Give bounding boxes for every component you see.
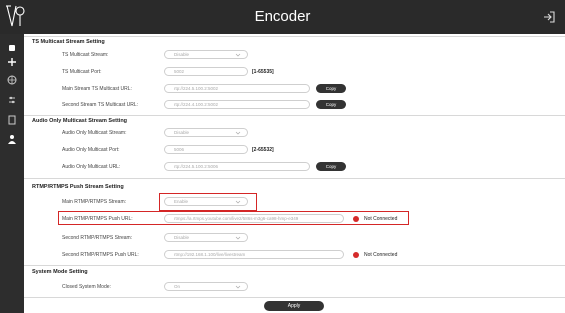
ts-main-url-input[interactable]: rtp://224.5.100.2:5002 [164, 84, 310, 93]
document-icon[interactable] [6, 114, 18, 126]
settings-content: TS Multicast Stream Setting TS Multicast… [24, 34, 565, 313]
network-icon[interactable] [6, 74, 18, 86]
ts-port-input[interactable]: 5002 [164, 67, 248, 76]
audio-stream-select[interactable]: Disable [164, 128, 248, 137]
highlight-box [159, 193, 257, 211]
chevron-down-icon [235, 53, 241, 57]
section-divider [24, 36, 565, 37]
ts-stream-value: Disable [174, 52, 190, 57]
settings-icon[interactable] [6, 94, 18, 106]
audio-port-range: [2-65532] [252, 147, 274, 153]
ts-main-url-label: Main Stream TS Multicast URL: [62, 86, 132, 92]
section-divider [24, 115, 565, 116]
section-divider [24, 265, 565, 266]
top-bar: Encoder [0, 0, 565, 34]
ts-second-url-input[interactable]: rtp://224.4.100.2:5002 [164, 100, 310, 109]
home-icon[interactable] [6, 42, 18, 54]
audio-url-input[interactable]: rtp://224.5.100.2:5006 [164, 162, 310, 171]
page-title: Encoder [254, 8, 311, 25]
audio-stream-label: Audio Only Multicast Stream: [62, 130, 127, 136]
highlight-box [58, 211, 409, 225]
rtmp-second-stream-label: Second RTMP/RTMPS Stream: [62, 235, 133, 241]
closed-system-label: Closed System Mode: [62, 284, 111, 290]
audio-copy-button[interactable]: Copy [316, 162, 346, 171]
logout-icon[interactable] [541, 9, 557, 25]
audio-port-input[interactable]: 5006 [164, 145, 248, 154]
system-section-title: System Mode Setting [32, 269, 88, 275]
ts-second-copy-button[interactable]: Copy [316, 100, 346, 109]
audio-port-label: Audio Only Multicast Port: [62, 147, 120, 153]
section-divider [24, 178, 565, 179]
closed-system-value: On [174, 284, 181, 289]
rtmp-second-url-input[interactable]: rtmp://192.168.1.100/live/livestream [164, 250, 344, 259]
encoder-app: Encoder TS Multicast Stream Setting TS M… [0, 0, 565, 313]
ts-section-title: TS Multicast Stream Setting [32, 39, 105, 45]
rtmp-second-stream-select[interactable]: Disable [164, 233, 248, 242]
closed-system-select[interactable]: On [164, 282, 248, 291]
user-icon[interactable] [6, 133, 18, 145]
apply-button[interactable]: Apply [264, 301, 324, 311]
section-divider [24, 297, 565, 298]
ts-main-copy-button[interactable]: Copy [316, 84, 346, 93]
ts-stream-select[interactable]: Disable [164, 50, 248, 59]
rtmp-section-title: RTMP/RTMPS Push Stream Setting [32, 184, 124, 190]
ts-port-range: [1-65535] [252, 69, 274, 75]
audio-stream-value: Disable [174, 130, 190, 135]
audio-section-title: Audio Only Multicast Stream Setting [32, 118, 128, 124]
chevron-down-icon [235, 285, 241, 289]
rtmp-second-url-label: Second RTMP/RTMPS Push URL: [62, 252, 139, 258]
rtmp-second-stream-value: Disable [174, 235, 190, 240]
add-icon[interactable] [6, 56, 18, 68]
status-dot [353, 251, 359, 258]
chevron-down-icon [235, 131, 241, 135]
ts-port-label: TS Multicast Port: [62, 69, 102, 75]
chevron-down-icon [235, 236, 241, 240]
ts-second-url-label: Second Stream TS Multicast URL: [62, 102, 139, 108]
sidebar [0, 34, 24, 313]
rtmp-second-status: Not Connected [364, 252, 398, 258]
audio-url-label: Audio Only Multicast URL: [62, 164, 121, 170]
rtmp-main-stream-label: Main RTMP/RTMPS Stream: [62, 199, 126, 205]
ts-stream-label: TS Multicast Stream: [62, 52, 109, 58]
